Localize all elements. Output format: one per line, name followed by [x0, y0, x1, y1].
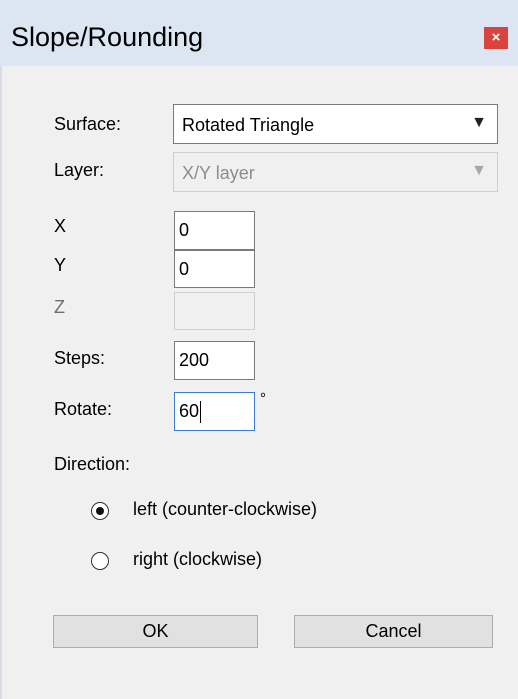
radio-left-label[interactable]: left (counter-clockwise) [133, 499, 317, 520]
layer-dropdown: X/Y layer ▼ [173, 152, 498, 192]
radio-right-label[interactable]: right (clockwise) [133, 549, 262, 570]
radio-left[interactable] [91, 502, 109, 520]
title-bar: Slope/Rounding × [0, 0, 518, 66]
x-label: X [54, 216, 67, 236]
rotate-input[interactable]: 60 [174, 392, 255, 431]
x-input[interactable]: 0 [174, 211, 255, 250]
radio-selected-dot [96, 507, 104, 515]
slope-rounding-dialog: Slope/Rounding × Surface: Rotated Triang… [0, 0, 518, 699]
surface-dropdown[interactable]: Rotated Triangle ▼ [173, 104, 498, 144]
steps-label: Steps: [54, 348, 106, 368]
text-cursor [200, 401, 202, 424]
rotate-label: Rotate: [54, 399, 113, 419]
chevron-down-icon: ▼ [471, 114, 487, 131]
y-label: Y [54, 255, 67, 275]
z-label: Z [54, 297, 65, 317]
surface-value: Rotated Triangle [182, 115, 315, 135]
z-input [174, 292, 255, 330]
degree-unit: ° [260, 390, 266, 407]
surface-label: Surface: [54, 114, 122, 134]
y-input[interactable]: 0 [174, 250, 255, 288]
rotate-value: 60 [179, 401, 200, 421]
layer-value: X/Y layer [182, 163, 255, 183]
direction-label: Direction: [54, 454, 131, 474]
dialog-body: Surface: Rotated Triangle ▼ Layer: X/Y l… [2, 66, 518, 699]
radio-right[interactable] [91, 552, 109, 570]
steps-input[interactable]: 200 [174, 341, 255, 380]
close-icon[interactable]: × [484, 27, 508, 49]
ok-button[interactable]: OK [53, 615, 258, 648]
dialog-title: Slope/Rounding [11, 22, 204, 52]
chevron-down-icon: ▼ [471, 162, 487, 179]
cancel-button[interactable]: Cancel [294, 615, 493, 648]
layer-label: Layer: [54, 160, 105, 180]
